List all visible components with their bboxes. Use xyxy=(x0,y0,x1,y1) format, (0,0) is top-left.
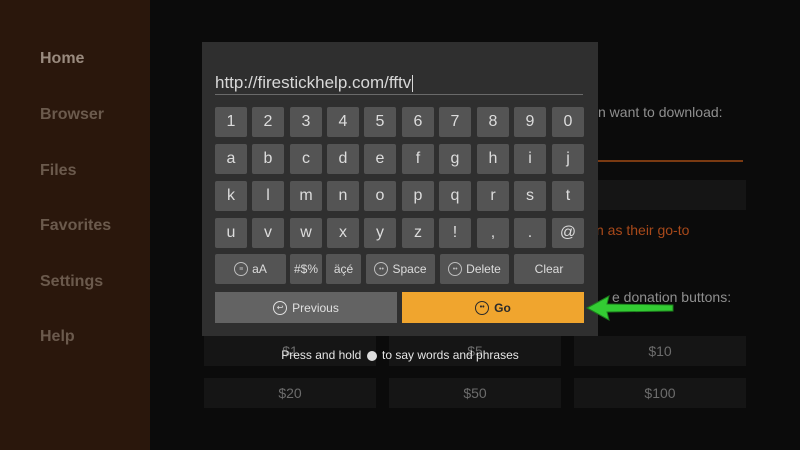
remote-button-icon: •• xyxy=(374,262,389,276)
key-0-7[interactable]: 8 xyxy=(477,107,509,137)
clear-key[interactable]: Clear xyxy=(514,254,584,284)
key-2-1[interactable]: l xyxy=(252,181,284,211)
key-0-9[interactable]: 0 xyxy=(552,107,584,137)
go-label: Go xyxy=(494,300,511,315)
donate-50-button[interactable]: $50 xyxy=(389,378,561,408)
key-0-4[interactable]: 5 xyxy=(364,107,396,137)
space-key[interactable]: •• Space xyxy=(366,254,435,284)
key-1-8[interactable]: i xyxy=(514,144,546,174)
previous-button[interactable]: ↩ Previous xyxy=(215,292,397,323)
key-2-9[interactable]: t xyxy=(552,181,584,211)
background-button[interactable] xyxy=(598,180,746,210)
key-3-5[interactable]: z xyxy=(402,218,434,248)
key-2-6[interactable]: q xyxy=(439,181,471,211)
goto-text: n as their go-to xyxy=(596,222,690,238)
key-0-3[interactable]: 4 xyxy=(327,107,359,137)
key-1-7[interactable]: h xyxy=(477,144,509,174)
previous-label: Previous xyxy=(292,300,339,315)
key-1-6[interactable]: g xyxy=(439,144,471,174)
menu-button-icon: ≡ xyxy=(234,262,249,276)
remote-button-icon: •• xyxy=(448,262,463,276)
key-0-0[interactable]: 1 xyxy=(215,107,247,137)
key-1-2[interactable]: c xyxy=(290,144,322,174)
accents-key[interactable]: äçé xyxy=(326,254,361,284)
key-1-0[interactable]: a xyxy=(215,144,247,174)
play-pause-icon: •• xyxy=(475,300,490,315)
key-0-8[interactable]: 9 xyxy=(514,107,546,137)
space-key-label: Space xyxy=(392,262,427,276)
url-input-value: http://firestickhelp.com/fftv xyxy=(215,73,412,92)
donate-10-button[interactable]: $10 xyxy=(574,336,746,366)
arrow-annotation-icon xyxy=(585,295,674,321)
key-0-6[interactable]: 7 xyxy=(439,107,471,137)
key-0-5[interactable]: 6 xyxy=(402,107,434,137)
url-underline xyxy=(595,160,743,162)
sidebar: Home Browser Files Favorites Settings He… xyxy=(0,0,150,450)
back-icon: ↩ xyxy=(273,300,288,315)
hint-before: Press and hold xyxy=(281,348,362,362)
key-2-7[interactable]: r xyxy=(477,181,509,211)
sidebar-item-favorites[interactable]: Favorites xyxy=(40,217,111,235)
key-3-6[interactable]: ! xyxy=(439,218,471,248)
voice-hint: Press and hold to say words and phrases xyxy=(202,348,598,362)
symbols-key[interactable]: #$% xyxy=(290,254,322,284)
case-toggle-label: aA xyxy=(252,262,267,276)
key-3-8[interactable]: . xyxy=(514,218,546,248)
url-input[interactable]: http://firestickhelp.com/fftv xyxy=(215,72,583,95)
key-2-2[interactable]: m xyxy=(290,181,322,211)
download-prompt-text: n want to download: xyxy=(598,104,723,120)
key-3-2[interactable]: w xyxy=(290,218,322,248)
key-2-5[interactable]: p xyxy=(402,181,434,211)
sidebar-item-settings[interactable]: Settings xyxy=(40,273,103,291)
donate-20-button[interactable]: $20 xyxy=(204,378,376,408)
key-1-1[interactable]: b xyxy=(252,144,284,174)
donate-100-button[interactable]: $100 xyxy=(574,378,746,408)
key-3-0[interactable]: u xyxy=(215,218,247,248)
delete-key-label: Delete xyxy=(466,262,501,276)
sidebar-item-help[interactable]: Help xyxy=(40,328,75,346)
key-1-3[interactable]: d xyxy=(327,144,359,174)
key-3-3[interactable]: x xyxy=(327,218,359,248)
key-0-1[interactable]: 2 xyxy=(252,107,284,137)
text-cursor xyxy=(412,75,414,93)
go-button[interactable]: •• Go xyxy=(402,292,584,323)
key-3-1[interactable]: v xyxy=(252,218,284,248)
key-3-7[interactable]: , xyxy=(477,218,509,248)
sidebar-item-home[interactable]: Home xyxy=(40,50,84,68)
key-0-2[interactable]: 3 xyxy=(290,107,322,137)
case-toggle-key[interactable]: ≡ aA xyxy=(215,254,286,284)
hint-after: to say words and phrases xyxy=(382,348,519,362)
key-1-4[interactable]: e xyxy=(364,144,396,174)
sidebar-item-files[interactable]: Files xyxy=(40,162,76,180)
key-2-0[interactable]: k xyxy=(215,181,247,211)
key-3-9[interactable]: @ xyxy=(552,218,584,248)
key-3-4[interactable]: y xyxy=(364,218,396,248)
microphone-icon xyxy=(366,350,377,361)
key-1-5[interactable]: f xyxy=(402,144,434,174)
sidebar-item-browser[interactable]: Browser xyxy=(40,106,104,124)
key-2-3[interactable]: n xyxy=(327,181,359,211)
key-2-4[interactable]: o xyxy=(364,181,396,211)
key-2-8[interactable]: s xyxy=(514,181,546,211)
delete-key[interactable]: •• Delete xyxy=(440,254,509,284)
key-1-9[interactable]: j xyxy=(552,144,584,174)
